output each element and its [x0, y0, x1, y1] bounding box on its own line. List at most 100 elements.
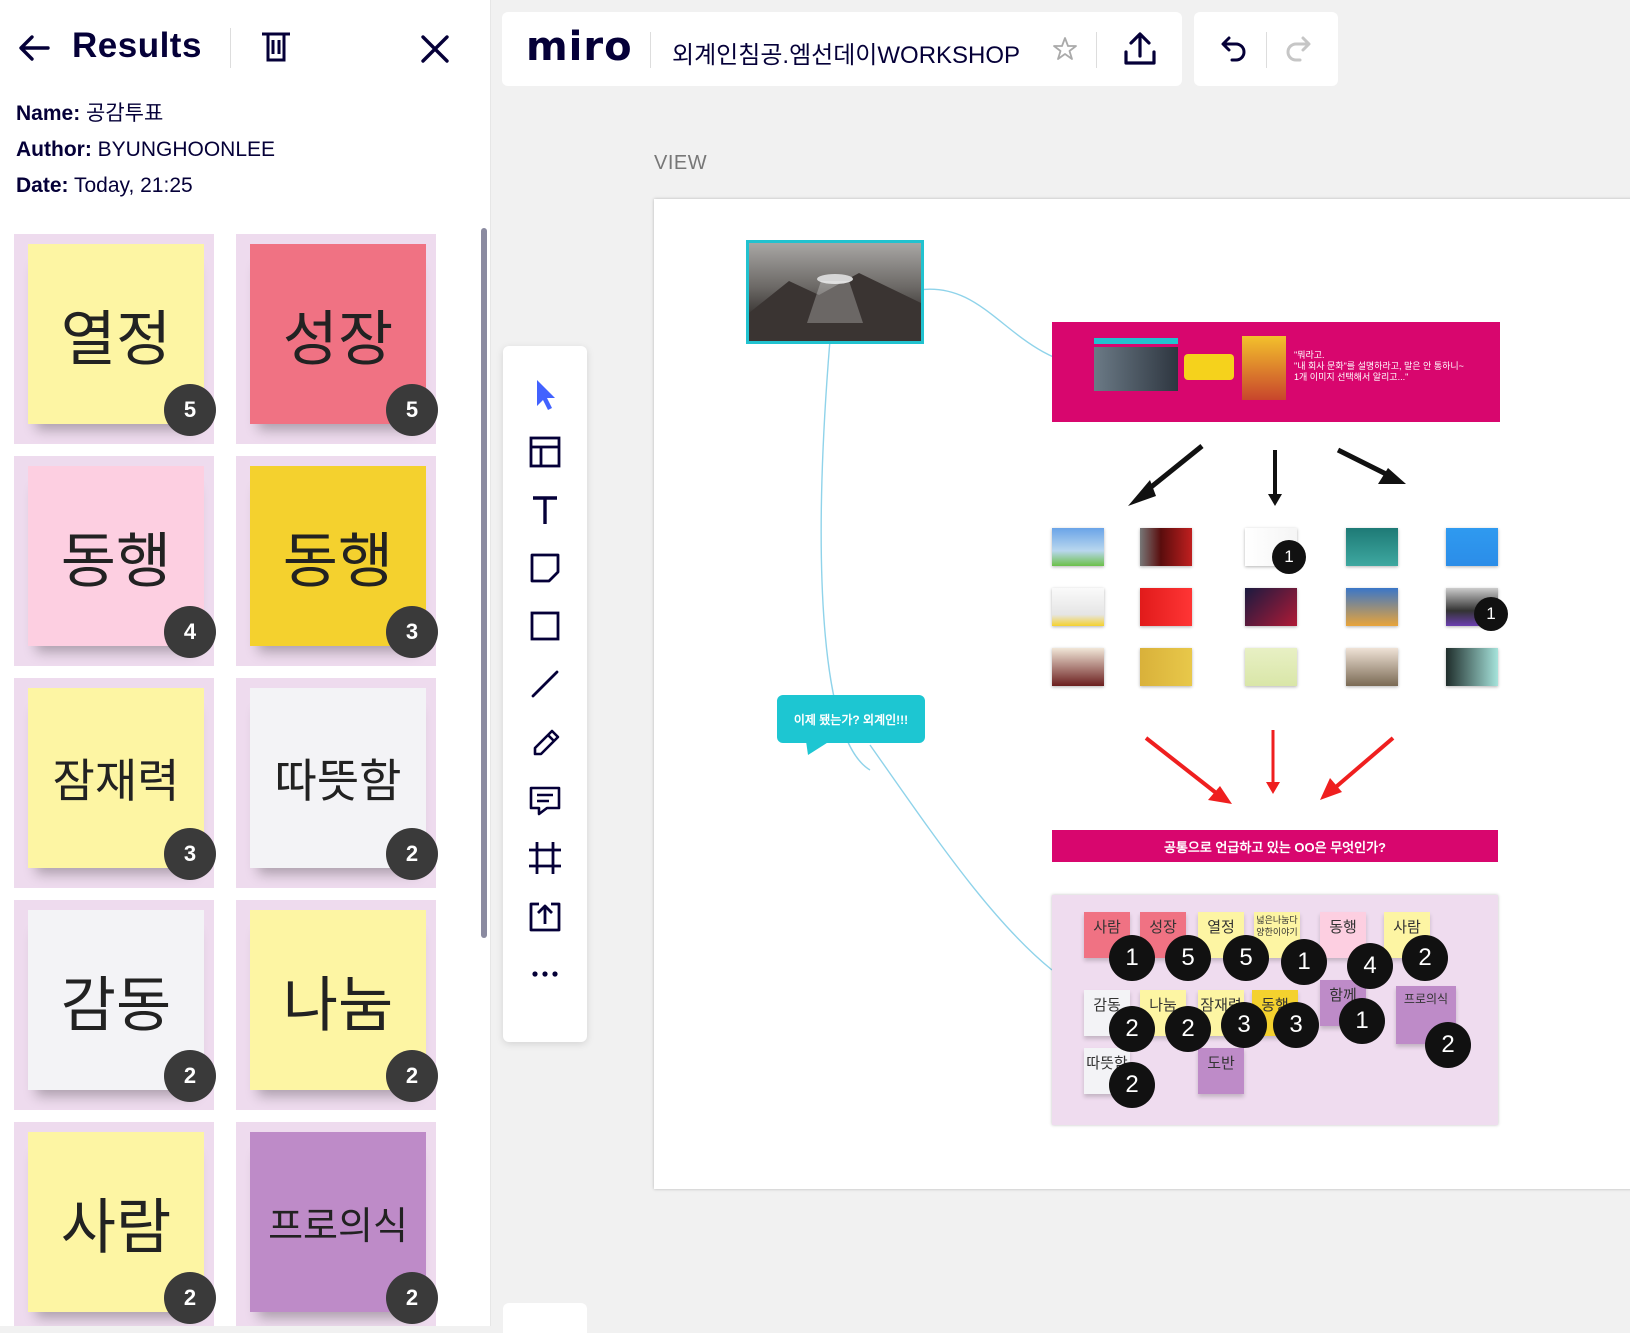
vote-dot: 5: [1165, 935, 1211, 981]
text-tool-icon[interactable]: [525, 490, 565, 530]
upload-share-icon[interactable]: [1122, 30, 1158, 68]
sticky-note-text: 따뜻함: [274, 754, 402, 808]
banner-speech-bubble[interactable]: [1184, 354, 1234, 380]
bottom-bar: [503, 1303, 587, 1333]
line-icon[interactable]: [525, 664, 565, 704]
sticky-note: 동행 3: [250, 466, 438, 658]
vote-count-badge: 4: [164, 606, 216, 658]
ufo-image[interactable]: [746, 240, 924, 344]
miro-logo[interactable]: miro: [526, 24, 633, 70]
vote-count-badge: 5: [164, 384, 216, 436]
sticky-note-text: 동행: [60, 526, 172, 597]
question-banner[interactable]: 공통으로 언급하고 있는 OO은 무엇인가?: [1052, 830, 1498, 862]
result-card[interactable]: 동행 3: [236, 456, 438, 666]
vote-dot: 3: [1273, 1002, 1319, 1048]
frame-label: VIEW: [654, 152, 708, 174]
divider: [650, 32, 651, 68]
image-thumbnail[interactable]: [1446, 648, 1498, 686]
image-thumbnail[interactable]: [1446, 528, 1498, 566]
star-icon[interactable]: [1052, 36, 1078, 62]
image-thumbnail[interactable]: [1140, 648, 1192, 686]
sticky-note-text: 사람: [60, 1192, 172, 1263]
result-card[interactable]: 열정 5: [14, 234, 216, 444]
image-thumbnail[interactable]: [1346, 648, 1398, 686]
sticky-note: 프로의식 2: [250, 1132, 438, 1324]
speech-tail-icon: [806, 741, 830, 755]
select-cursor-icon[interactable]: [525, 374, 565, 414]
vote-count-badge: 3: [386, 606, 438, 658]
vote-count-badge: 2: [164, 1272, 216, 1324]
templates-icon[interactable]: [525, 432, 565, 472]
vote-dot: 1: [1281, 939, 1327, 985]
image-thumbnail[interactable]: [1346, 528, 1398, 566]
panel-scrollbar[interactable]: [481, 228, 487, 938]
result-card[interactable]: 따뜻함 2: [236, 678, 438, 888]
divider: [1096, 32, 1097, 68]
sticky-note: 잠재력 3: [28, 688, 216, 880]
mini-sticky-note[interactable]: 도반: [1198, 1048, 1244, 1094]
vote-dot: 1: [1272, 540, 1306, 574]
creation-toolbar: [503, 346, 587, 1042]
vote-dot: 2: [1109, 1062, 1155, 1108]
vote-count-badge: 2: [386, 1272, 438, 1324]
close-icon[interactable]: [418, 32, 452, 66]
sticky-note: 사람 2: [28, 1132, 216, 1324]
frame-icon[interactable]: [525, 838, 565, 878]
vote-dot: 4: [1347, 943, 1393, 989]
result-card[interactable]: 동행 4: [14, 456, 216, 666]
sticky-note-text: 잠재력: [52, 754, 180, 808]
alien-image[interactable]: [1094, 347, 1178, 391]
sticky-note: 따뜻함 2: [250, 688, 438, 880]
trash-icon[interactable]: [258, 28, 294, 66]
sticky-note-icon[interactable]: [525, 548, 565, 588]
vote-dot: 1: [1339, 998, 1385, 1044]
banner-quote: "뭐라고. "내 회사 문화"를 설명하라고, 말은 안 통하니~ 1개 이미지…: [1294, 350, 1464, 382]
sticky-note-text: 감동: [60, 970, 172, 1041]
panel-header: Results: [0, 0, 490, 96]
vote-dot: 2: [1165, 1006, 1211, 1052]
ufo-icon: [749, 273, 921, 341]
undo-icon[interactable]: [1214, 32, 1248, 66]
image-thumbnail[interactable]: [1245, 648, 1297, 686]
vote-count-badge: 3: [164, 828, 216, 880]
meta-author: Author: BYUNGHOONLEE: [16, 138, 276, 161]
image-thumbnail[interactable]: [1140, 588, 1192, 626]
back-arrow-icon[interactable]: [16, 30, 52, 66]
shape-icon[interactable]: [525, 606, 565, 646]
more-icon[interactable]: [525, 954, 565, 994]
vote-dot: 1: [1474, 597, 1508, 631]
result-card[interactable]: 잠재력 3: [14, 678, 216, 888]
sticky-note: 동행 4: [28, 466, 216, 658]
image-thumbnail[interactable]: [1346, 588, 1398, 626]
image-thumbnail[interactable]: [1052, 648, 1104, 686]
vote-count-badge: 2: [164, 1050, 216, 1102]
upload-icon[interactable]: [525, 896, 565, 936]
image-thumbnail[interactable]: [1052, 588, 1104, 626]
divider: [230, 28, 231, 68]
undo-redo-bar: [1194, 12, 1338, 86]
redo-icon[interactable]: [1284, 32, 1318, 66]
image-thumbnail[interactable]: [1140, 528, 1192, 566]
result-card[interactable]: 사람 2: [14, 1122, 216, 1326]
result-card[interactable]: 성장 5: [236, 234, 438, 444]
result-card[interactable]: 감동 2: [14, 900, 216, 1110]
image-thumbnail[interactable]: [1245, 588, 1297, 626]
surprised-man-image[interactable]: [1242, 336, 1286, 400]
pen-icon[interactable]: [525, 722, 565, 762]
panel-title: Results: [72, 26, 202, 65]
sticky-note-text: 동행: [282, 526, 394, 597]
board-name[interactable]: 외계인침공.엠선데이WORKSHOP: [672, 35, 1020, 70]
vote-meta: Name: 공감투표 Author: BYUNGHOONLEE Date: To…: [16, 96, 275, 204]
sticky-note-text: 열정: [60, 304, 172, 375]
sticky-note: 감동 2: [28, 910, 216, 1102]
vote-count-badge: 2: [386, 828, 438, 880]
speech-bubble[interactable]: 이제 됐는가? 외계인!!!: [777, 695, 925, 743]
results-panel: Results Name: 공감투표 Author: BYUNGHOONLEE …: [0, 0, 491, 1326]
result-card[interactable]: 나눔 2: [236, 900, 438, 1110]
result-card[interactable]: 프로의식 2: [236, 1122, 438, 1326]
image-thumbnail[interactable]: [1052, 528, 1104, 566]
sticky-note-text: 성장: [282, 304, 394, 375]
vote-dot: 2: [1109, 1006, 1155, 1052]
vote-dot: 1: [1109, 935, 1155, 981]
comment-icon[interactable]: [525, 780, 565, 820]
